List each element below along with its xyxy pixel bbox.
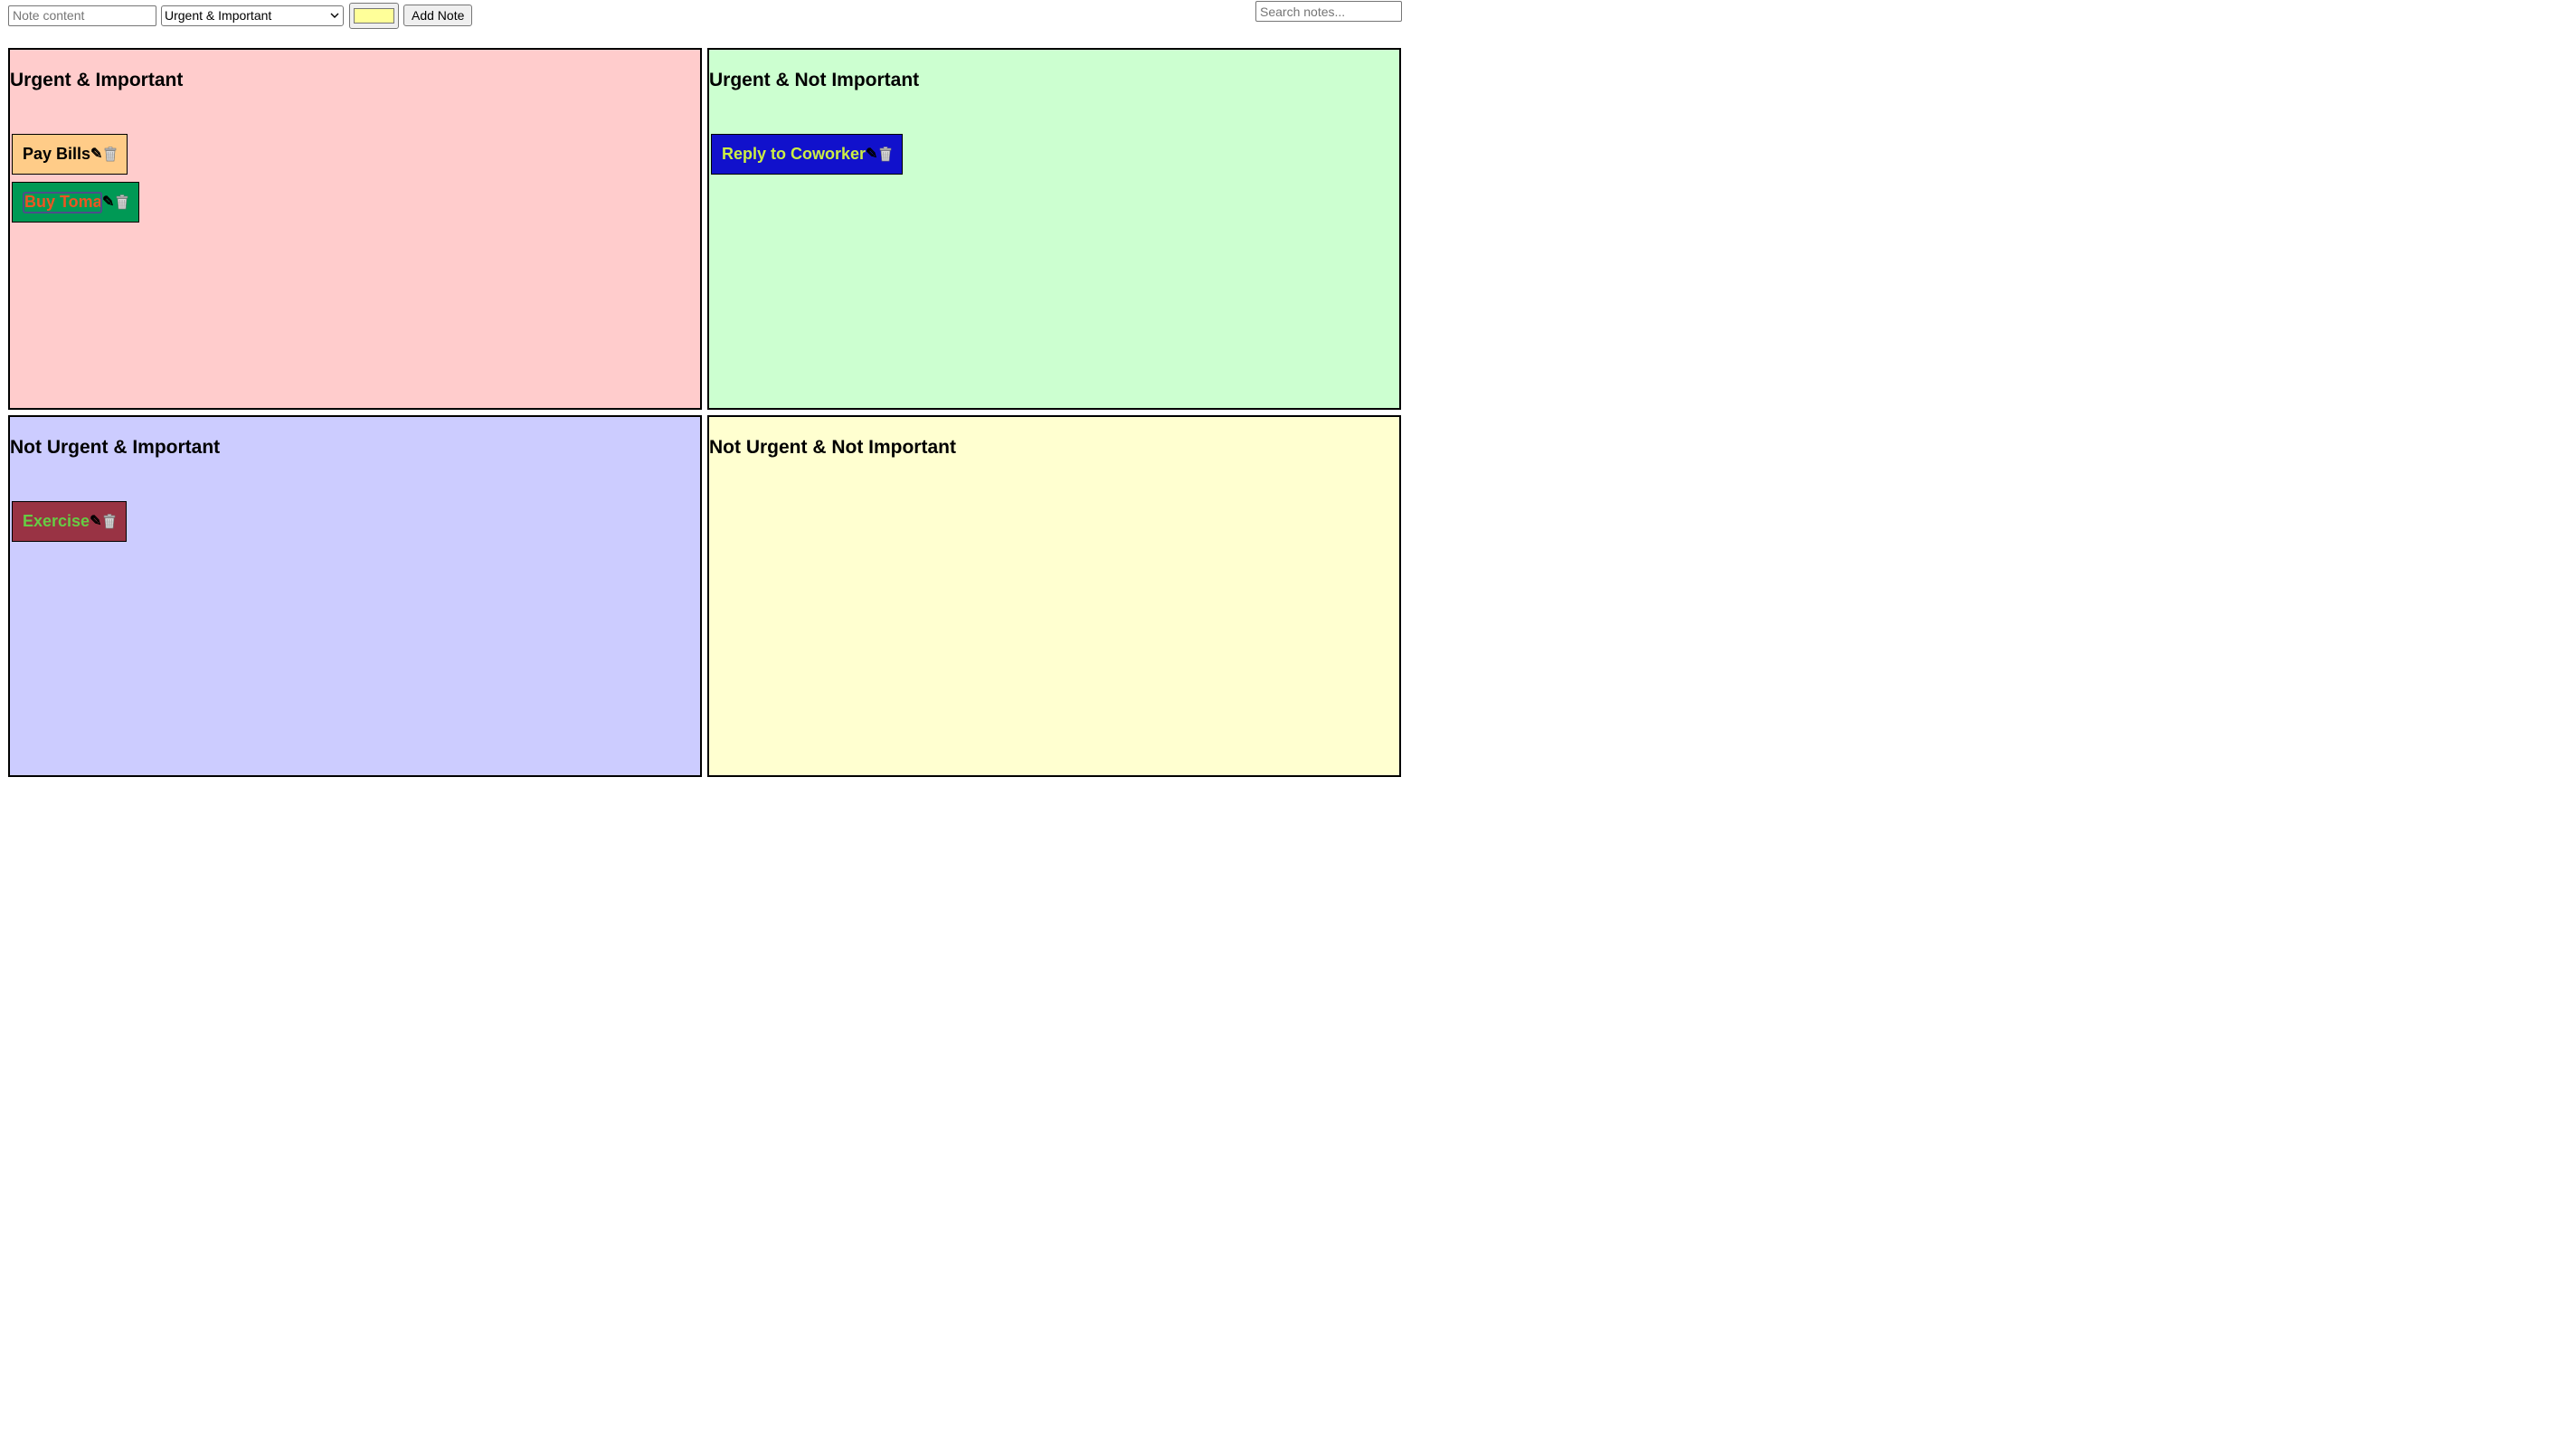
trash-icon[interactable] [104,147,117,162]
pencil-icon[interactable]: ✎ [102,194,114,210]
search-input[interactable] [1255,1,1402,22]
quadrant-title: Urgent & Not Important [709,70,920,90]
trash-icon[interactable] [879,147,892,162]
toolbar: Urgent & Important Add Note [8,2,473,29]
pencil-icon[interactable]: ✎ [90,147,102,162]
note-text: Exercise [23,512,90,530]
quadrant-urgent-important: Urgent & Important Pay Bills✎✎ [8,48,702,410]
color-swatch [354,7,394,24]
quadrant-urgent-not-important: Urgent & Not Important Reply to Coworker… [707,48,1401,410]
note-list: Pay Bills✎✎ [12,134,140,230]
add-note-button[interactable]: Add Note [403,5,473,26]
quadrant-not-urgent-not-important: Not Urgent & Not Important [707,415,1401,777]
note-content-input[interactable] [8,5,156,26]
trash-icon[interactable] [116,194,128,210]
note-text: Pay Bills [23,145,91,163]
quadrant-select[interactable]: Urgent & Important [161,5,344,26]
note-card[interactable]: Exercise ✎ [12,501,128,542]
note-list: Exercise ✎ [12,501,128,549]
trash-icon[interactable] [103,514,116,529]
quadrant-select-value: Urgent & Important [165,8,272,23]
quadrant-not-urgent-important: Not Urgent & Important Exercise ✎ [8,415,702,777]
pencil-icon[interactable]: ✎ [90,514,101,529]
note-list: Reply to Coworker ✎ [711,134,904,182]
note-card[interactable]: ✎ [12,182,140,223]
chevron-down-icon [330,13,339,18]
note-text: Reply to Coworker [722,145,867,163]
quadrant-title: Urgent & Important [10,70,184,90]
note-card[interactable]: Pay Bills ✎ [12,134,128,175]
note-card[interactable]: Reply to Coworker ✎ [711,134,904,175]
quadrant-title: Not Urgent & Important [10,437,221,458]
quadrant-title: Not Urgent & Not Important [709,437,956,458]
pencil-icon[interactable]: ✎ [866,147,877,162]
note-edit-input[interactable] [23,191,102,213]
color-picker[interactable] [349,2,399,29]
